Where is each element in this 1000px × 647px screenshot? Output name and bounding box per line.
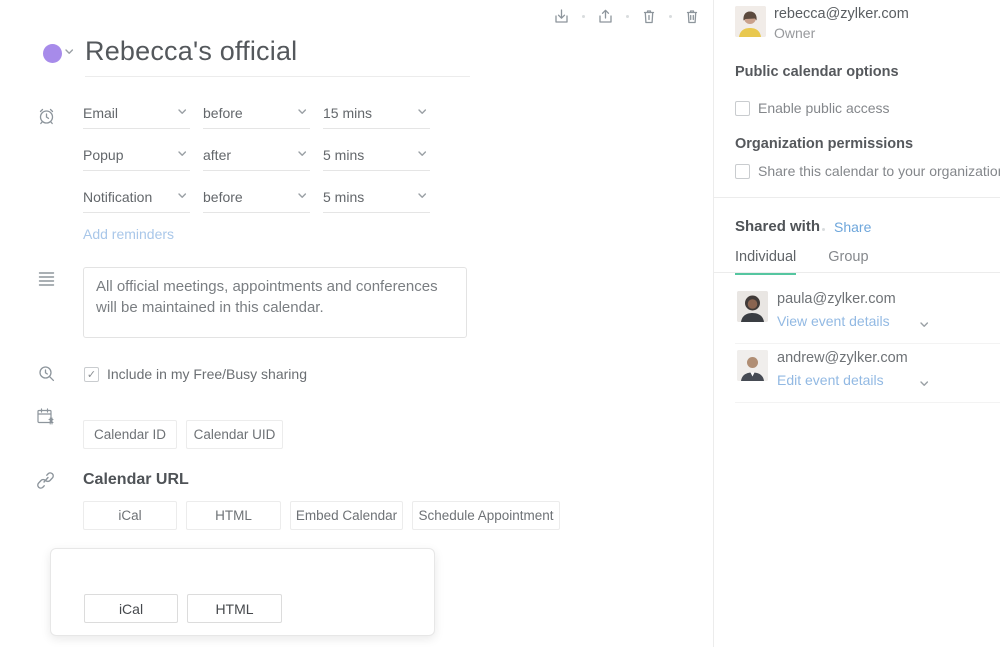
description-textarea[interactable] bbox=[83, 267, 467, 338]
sidebar-divider bbox=[713, 0, 714, 647]
title-divider bbox=[85, 76, 470, 77]
owner-role: Owner bbox=[774, 25, 909, 41]
calendar-id-button[interactable]: Calendar ID bbox=[83, 420, 177, 449]
chevron-down-icon bbox=[178, 193, 187, 200]
person-avatar bbox=[737, 291, 768, 322]
reminder-when-select[interactable]: before bbox=[203, 103, 310, 129]
ical-button[interactable]: iCal bbox=[83, 501, 177, 530]
chevron-down-icon[interactable] bbox=[920, 381, 929, 388]
calendar-uid-button[interactable]: Calendar UID bbox=[186, 420, 283, 449]
export-icon[interactable] bbox=[597, 8, 614, 25]
owner-avatar bbox=[735, 6, 766, 37]
clear-events-icon[interactable] bbox=[641, 8, 657, 25]
reminder-when-select[interactable]: before bbox=[203, 187, 310, 213]
freebusy-checkbox[interactable]: ✓ bbox=[84, 367, 99, 382]
divider-dot bbox=[822, 228, 825, 231]
chevron-down-icon bbox=[418, 109, 427, 116]
share-to-organization-label: Share this calendar to your organization bbox=[758, 163, 1000, 179]
chevron-down-icon bbox=[418, 193, 427, 200]
alarm-icon bbox=[37, 107, 56, 126]
calendar-id-icon bbox=[36, 407, 55, 426]
person-email: paula@zylker.com bbox=[777, 291, 896, 307]
freebusy-label: Include in my Free/Busy sharing bbox=[107, 366, 307, 382]
reminder-time-select[interactable]: 15 mins bbox=[323, 103, 430, 129]
private-html-button[interactable]: HTML bbox=[187, 594, 282, 623]
person-avatar bbox=[737, 350, 768, 381]
list-divider bbox=[735, 343, 1000, 344]
chevron-down-icon bbox=[298, 151, 307, 158]
reminder-time-select[interactable]: 5 mins bbox=[323, 145, 430, 171]
calendar-settings-page: Rebecca's official Email before 15 mins … bbox=[0, 0, 1000, 647]
owner-email: rebecca@zylker.com bbox=[774, 6, 909, 22]
embed-calendar-button[interactable]: Embed Calendar bbox=[290, 501, 403, 530]
private-ical-button[interactable]: iCal bbox=[84, 594, 178, 623]
owner-block: rebecca@zylker.com Owner bbox=[735, 6, 909, 41]
delete-calendar-icon[interactable] bbox=[684, 8, 700, 25]
share-link[interactable]: Share bbox=[834, 219, 871, 235]
chevron-down-icon[interactable] bbox=[65, 49, 74, 56]
shared-with-heading: Shared with bbox=[735, 218, 820, 235]
chevron-down-icon bbox=[298, 193, 307, 200]
reminder-type-select[interactable]: Popup bbox=[83, 145, 190, 171]
schedule-appointment-button[interactable]: Schedule Appointment bbox=[412, 501, 560, 530]
reminder-time-select[interactable]: 5 mins bbox=[323, 187, 430, 213]
enable-public-access-checkbox[interactable] bbox=[735, 101, 750, 116]
chevron-down-icon bbox=[298, 109, 307, 116]
chevron-down-icon bbox=[178, 109, 187, 116]
divider-dot bbox=[669, 15, 672, 18]
private-url-card: Private URL Reset iCal HTML bbox=[50, 548, 435, 636]
chevron-down-icon bbox=[178, 151, 187, 158]
add-reminders-link[interactable]: Add reminders bbox=[83, 226, 174, 242]
person-permission-link[interactable]: Edit event details bbox=[777, 372, 908, 388]
divider-dot bbox=[626, 15, 629, 18]
share-to-organization-checkbox[interactable] bbox=[735, 164, 750, 179]
reminder-type-select[interactable]: Notification bbox=[83, 187, 190, 213]
person-permission-link[interactable]: View event details bbox=[777, 313, 896, 329]
reminder-type-select[interactable]: Email bbox=[83, 103, 190, 129]
chevron-down-icon bbox=[418, 151, 427, 158]
shared-person-row: andrew@zylker.com Edit event details bbox=[737, 350, 908, 388]
description-icon bbox=[38, 271, 55, 286]
calendar-url-heading: Calendar URL bbox=[83, 471, 189, 489]
reminder-when-select[interactable]: after bbox=[203, 145, 310, 171]
import-icon[interactable] bbox=[553, 8, 570, 25]
list-divider bbox=[735, 402, 1000, 403]
enable-public-access-label: Enable public access bbox=[758, 100, 890, 116]
share-to-organization-row: Share this calendar to your organization bbox=[735, 163, 1000, 179]
enable-public-access-row: Enable public access bbox=[735, 100, 890, 116]
person-email: andrew@zylker.com bbox=[777, 350, 908, 366]
divider-dot bbox=[582, 15, 585, 18]
public-calendar-options-heading: Public calendar options bbox=[735, 64, 899, 80]
link-icon bbox=[36, 471, 55, 490]
freebusy-row: ✓ Include in my Free/Busy sharing bbox=[84, 366, 307, 382]
toolbar bbox=[553, 8, 700, 25]
section-divider bbox=[714, 197, 1000, 198]
chevron-down-icon[interactable] bbox=[920, 322, 929, 329]
shared-person-row: paula@zylker.com View event details bbox=[737, 291, 896, 329]
freebusy-search-icon bbox=[38, 365, 56, 383]
calendar-color-swatch[interactable] bbox=[43, 44, 62, 63]
html-button[interactable]: HTML bbox=[186, 501, 281, 530]
tabs-divider bbox=[714, 272, 1000, 273]
organization-permissions-heading: Organization permissions bbox=[735, 136, 913, 152]
page-title: Rebecca's official bbox=[85, 36, 297, 67]
